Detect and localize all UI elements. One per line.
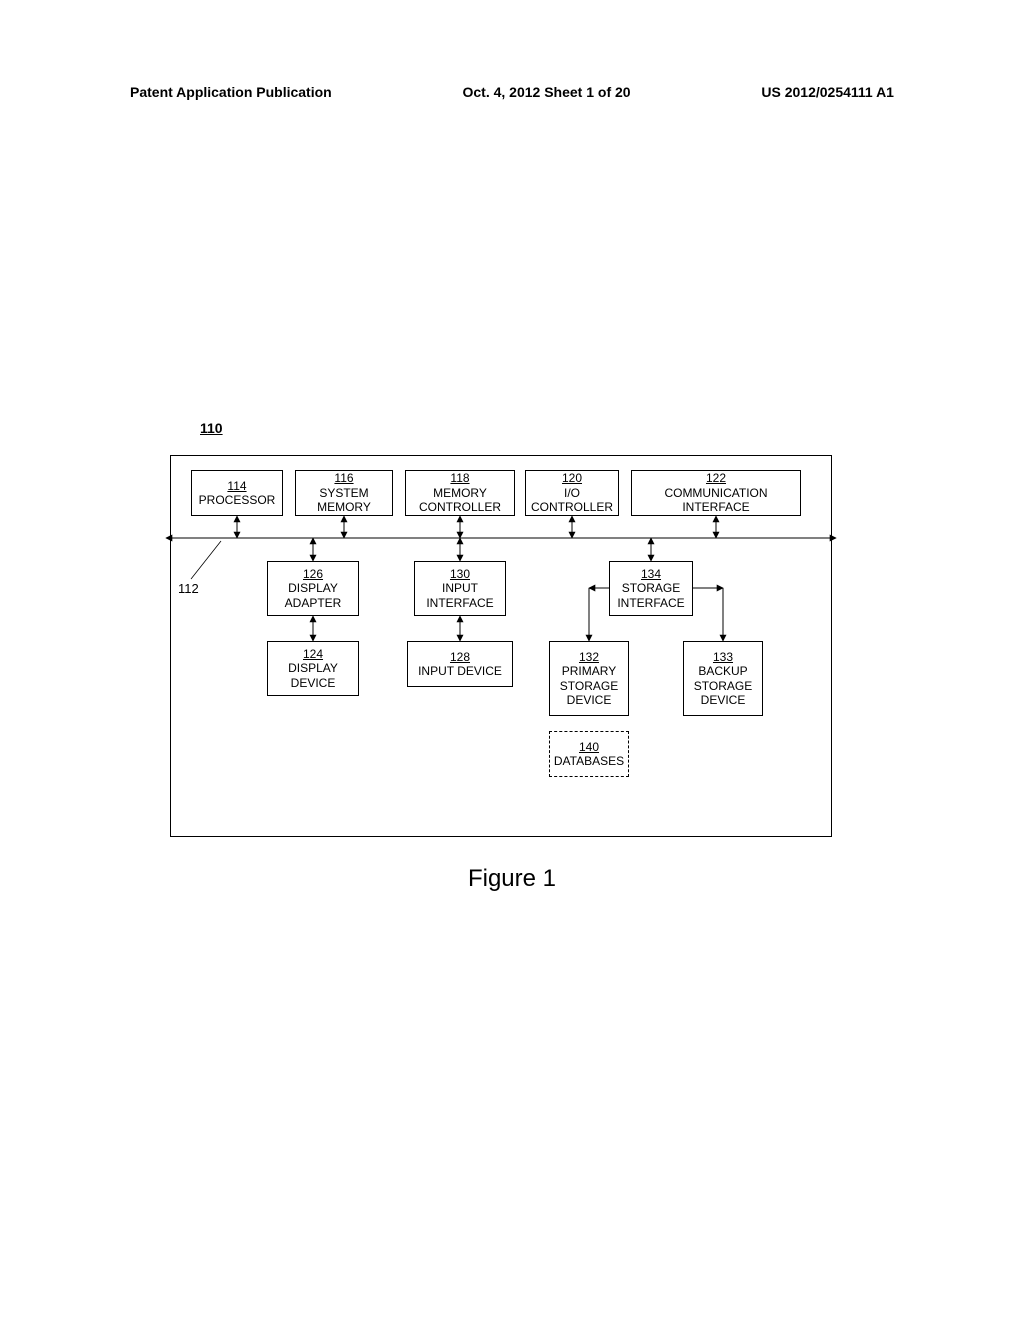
block-input-device: 128 INPUT DEVICE	[407, 641, 513, 687]
block-number: 126	[303, 567, 323, 581]
block-label: DISPLAY ADAPTER	[270, 581, 356, 610]
block-label: INPUT INTERFACE	[417, 581, 503, 610]
block-number: 132	[579, 650, 599, 664]
block-number: 116	[334, 471, 353, 485]
block-processor: 114 PROCESSOR	[191, 470, 283, 516]
block-label: STORAGE INTERFACE	[612, 581, 690, 610]
block-label: INPUT DEVICE	[418, 664, 502, 678]
block-label: DATABASES	[554, 754, 624, 768]
bus-reference-number: 112	[178, 581, 199, 596]
system-diagram: 114 PROCESSOR 116 SYSTEM MEMORY 118 MEMO…	[170, 455, 832, 837]
block-system-memory: 116 SYSTEM MEMORY	[295, 470, 393, 516]
block-display-device: 124 DISPLAY DEVICE	[267, 641, 359, 696]
block-backup-storage: 133 BACKUP STORAGE DEVICE	[683, 641, 763, 716]
block-number: 133	[713, 650, 733, 664]
block-display-adapter: 126 DISPLAY ADAPTER	[267, 561, 359, 616]
block-label: SYSTEM MEMORY	[298, 486, 390, 515]
figure-title: Figure 1	[0, 865, 1024, 893]
page: Patent Application Publication Oct. 4, 2…	[0, 0, 1024, 1320]
block-memory-controller: 118 MEMORY CONTROLLER	[405, 470, 515, 516]
block-number: 118	[450, 471, 469, 485]
block-label: MEMORY CONTROLLER	[408, 486, 512, 515]
block-number: 140	[579, 740, 599, 754]
system-reference-number: 110	[200, 420, 223, 436]
block-input-interface: 130 INPUT INTERFACE	[414, 561, 506, 616]
block-storage-interface: 134 STORAGE INTERFACE	[609, 561, 693, 616]
block-label: COMMUNICATION INTERFACE	[634, 486, 798, 515]
block-label: PRIMARY STORAGE DEVICE	[552, 664, 626, 707]
header-right: US 2012/0254111 A1	[761, 84, 894, 100]
block-label: DISPLAY DEVICE	[270, 661, 356, 690]
block-number: 120	[562, 471, 582, 485]
block-communication-interface: 122 COMMUNICATION INTERFACE	[631, 470, 801, 516]
block-number: 124	[303, 647, 323, 661]
block-label: I/O CONTROLLER	[528, 486, 616, 515]
block-number: 128	[450, 650, 470, 664]
block-number: 114	[227, 479, 246, 493]
block-label: PROCESSOR	[199, 493, 276, 507]
block-databases: 140 DATABASES	[549, 731, 629, 777]
block-number: 134	[641, 567, 661, 581]
block-io-controller: 120 I/O CONTROLLER	[525, 470, 619, 516]
page-header: Patent Application Publication Oct. 4, 2…	[0, 84, 1024, 100]
block-primary-storage: 132 PRIMARY STORAGE DEVICE	[549, 641, 629, 716]
header-center: Oct. 4, 2012 Sheet 1 of 20	[463, 84, 631, 100]
block-label: BACKUP STORAGE DEVICE	[686, 664, 760, 707]
block-number: 130	[450, 567, 470, 581]
block-number: 122	[706, 471, 726, 485]
header-left: Patent Application Publication	[130, 84, 332, 100]
